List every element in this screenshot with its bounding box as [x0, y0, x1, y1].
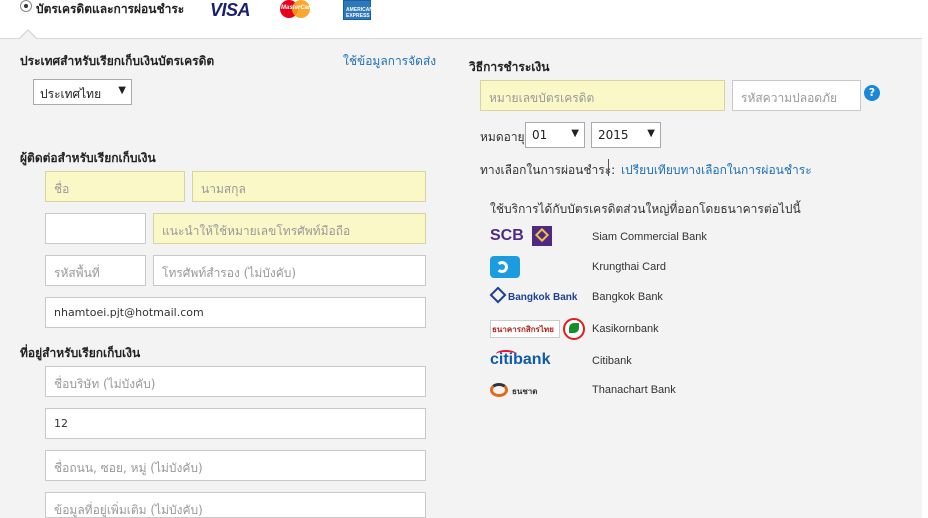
dropdown-arrow-icon: ▼	[571, 128, 579, 139]
country-select[interactable]: ประเทศไทย ▼	[33, 79, 132, 105]
area-code-input[interactable]: รหัสพื้นที่	[45, 255, 146, 286]
extra-address-input[interactable]: ข้อมูลที่อยู่เพิ่มเติม (ไม่บังคับ)	[45, 492, 426, 518]
divider	[608, 159, 609, 176]
expiry-month-value: 01	[532, 128, 548, 142]
street-input[interactable]: ชื่อถนน, ซอย, หมู่ (ไม่บังคับ)	[45, 450, 426, 481]
company-name-input[interactable]: ชื่อบริษัท (ไม่บังคับ)	[45, 366, 426, 397]
citibank-logo: citibank	[490, 350, 551, 368]
mobile-phone-input[interactable]: แนะนำให้ใช้หมายเลขโทรศัพท์มือถือ	[153, 213, 426, 244]
mastercard-logo: MasterCard	[278, 0, 314, 18]
expiry-month-select[interactable]: 01 ▼	[525, 122, 585, 148]
bank-name-thanachart: Thanachart Bank	[592, 384, 676, 396]
bank-name-krungthai: Krungthai Card	[592, 261, 666, 273]
banks-note: ใช้บริการได้กับบัตรเครดิตส่วนใหญ่ที่ออกโ…	[490, 202, 801, 216]
scb-logo: SCB	[490, 226, 552, 248]
bank-name-citibank: Citibank	[592, 355, 632, 367]
payment-method-radio[interactable]	[20, 0, 32, 12]
phone-country-code-input[interactable]	[45, 213, 146, 244]
email-input[interactable]: nhamtoei.pjt@hotmail.com	[45, 297, 426, 328]
visa-logo: VISA	[210, 0, 251, 20]
payment-method-label: บัตรเครดิตและการผ่อนชำระ	[36, 2, 185, 16]
first-name-input[interactable]: ชื่อ	[45, 171, 185, 202]
last-name-input[interactable]: นามสกุล	[192, 171, 426, 202]
bank-name-scb: Siam Commercial Bank	[592, 231, 707, 243]
thanachart-bank-logo: ธนชาต	[490, 380, 552, 402]
expiry-label: หมดอายุ	[480, 130, 525, 144]
bank-name-bangkok: Bangkok Bank	[592, 291, 663, 303]
payment-method-bar: บัตรเครดิตและการผ่อนชำระ VISA MasterCard…	[0, 0, 928, 38]
payment-heading: วิธีการชำระเงิน	[469, 60, 550, 74]
bangkok-bank-logo: Bangkok Bank	[489, 286, 577, 308]
billing-address-heading: ที่อยู่สำหรับเรียกเก็บเงิน	[20, 346, 141, 360]
billing-country-heading: ประเทศสำหรับเรียกเก็บเงินบัตรเครดิต	[20, 54, 215, 68]
backup-phone-input[interactable]: โทรศัพท์สำรอง (ไม่บังคับ)	[153, 255, 426, 286]
help-icon[interactable]: ?	[864, 85, 880, 101]
dropdown-arrow-icon: ▼	[647, 128, 655, 139]
use-shipping-info-link[interactable]: ใช้ข้อมูลการจัดส่ง	[343, 52, 436, 71]
kasikornbank-logo: ธนาคารกสิกรไทย	[490, 317, 586, 340]
country-select-value: ประเทศไทย	[40, 87, 102, 101]
expiry-year-select[interactable]: 2015 ▼	[591, 122, 661, 148]
house-number-input[interactable]: 12	[45, 408, 426, 439]
card-number-input[interactable]: หมายเลขบัตรเครดิต	[480, 80, 725, 111]
installment-label: ทางเลือกในการผ่อนชำระ:	[480, 163, 616, 177]
expiry-year-value: 2015	[598, 128, 629, 142]
security-code-input[interactable]: รหัสความปลอดภัย	[732, 80, 861, 111]
compare-installments-link[interactable]: เปรียบเทียบทางเลือกในการผ่อนชำระ	[621, 161, 812, 180]
amex-logo: AMERICAN EXPRESS	[343, 0, 373, 20]
dropdown-arrow-icon: ▼	[118, 85, 126, 96]
krungthai-card-logo	[490, 256, 552, 278]
billing-contact-heading: ผู้ติดต่อสำหรับเรียกเก็บเงิน	[20, 151, 156, 165]
bank-name-kasikorn: Kasikornbank	[592, 323, 659, 335]
